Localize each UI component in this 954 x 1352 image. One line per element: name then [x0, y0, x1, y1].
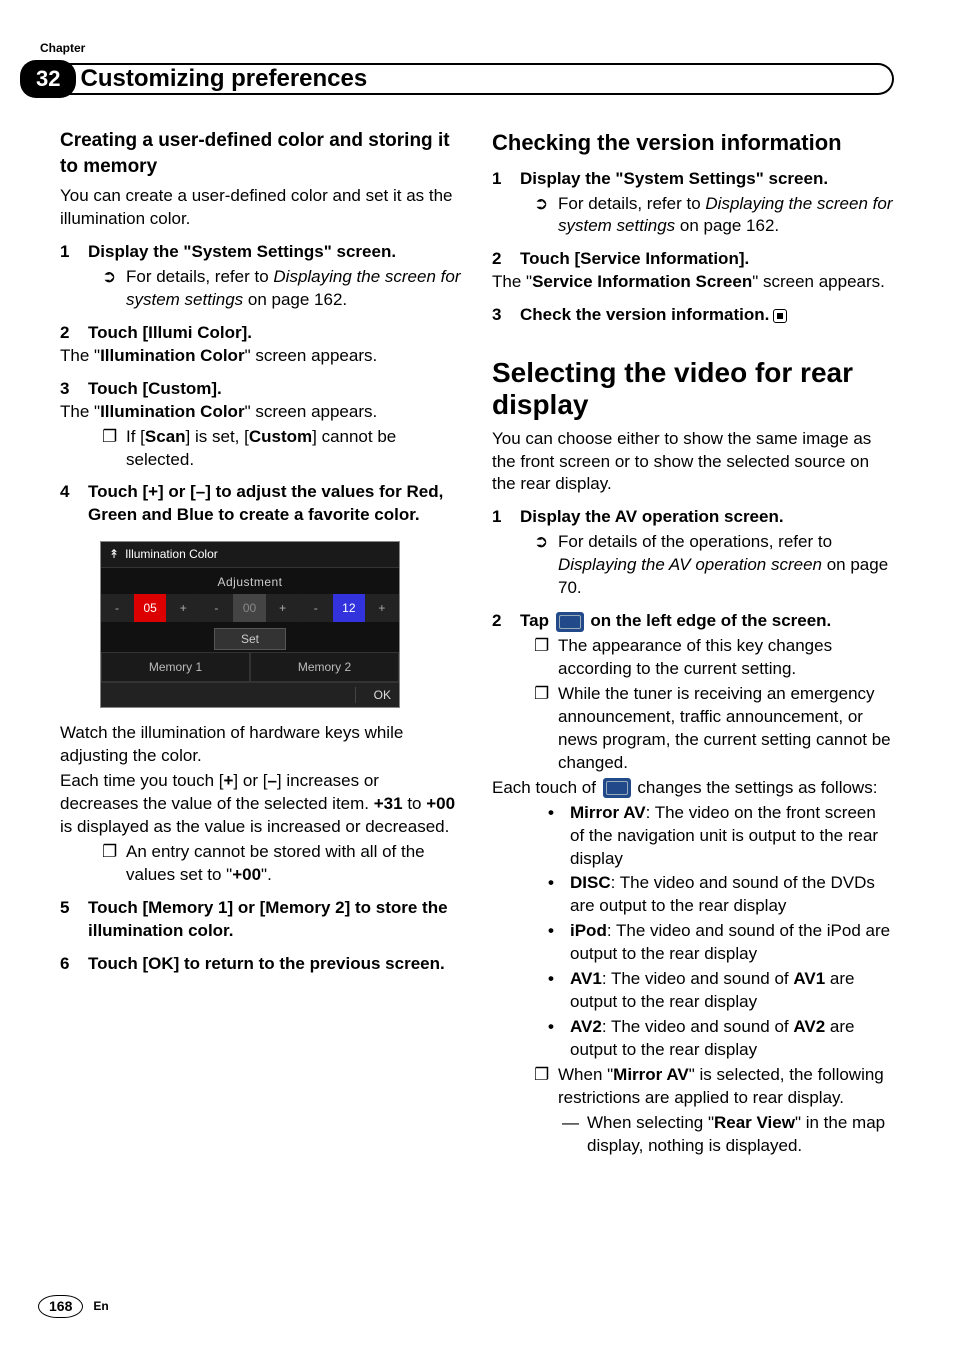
big-intro: You can choose either to show the same i… — [492, 428, 894, 497]
step-3-tail: The "Illumination Color" screen appears. — [60, 401, 462, 424]
chapter-title: Customizing preferences — [80, 63, 367, 95]
bullet-icon: • — [548, 968, 560, 1014]
section-heading: Checking the version information — [492, 128, 894, 158]
intro-text: You can create a user-defined color and … — [60, 185, 462, 231]
bullet-icon: • — [548, 802, 560, 871]
ss-b-plus: + — [366, 594, 399, 622]
r-step-3: 3 Check the version information. — [492, 304, 894, 327]
language-code: En — [93, 1298, 108, 1314]
page-footer: 168 En — [38, 1295, 109, 1318]
ss-set-button: Set — [214, 628, 286, 650]
bullet-icon: • — [548, 920, 560, 966]
b-step-1: 1 Display the AV operation screen. — [492, 506, 894, 529]
section-end-icon — [773, 309, 787, 323]
dash-icon: — — [562, 1112, 579, 1158]
list-item: •AV2: The video and sound of AV2 are out… — [548, 1016, 894, 1062]
note-box-icon: ❐ — [534, 1064, 550, 1110]
ss-title: Illumination Color — [125, 546, 218, 562]
b-step-2-note1: ❐ The appearance of this key changes acc… — [492, 635, 894, 681]
link-arrow-icon: ➲ — [534, 531, 550, 600]
major-section-heading: Selecting the video for rear display — [492, 357, 894, 421]
ss-adjustment-label: Adjustment — [101, 568, 399, 594]
rear-display-key-icon — [556, 612, 584, 632]
ss-rgb-row: - 05 + - 00 + - 12 + — [101, 594, 399, 622]
list-item: •DISC: The video and sound of the DVDs a… — [548, 872, 894, 918]
r-step-2-tail: The "Service Information Screen" screen … — [492, 271, 894, 294]
step-4: 4 Touch [+] or [–] to adjust the values … — [60, 481, 462, 527]
r-step-1: 1 Display the "System Settings" screen. — [492, 168, 894, 191]
step-1: 1 Display the "System Settings" screen. — [60, 241, 462, 264]
note-box-icon: ❐ — [102, 841, 118, 887]
mirror-av-subnote: — When selecting "Rear View" in the map … — [492, 1112, 894, 1158]
b-step-2: 2 Tap on the left edge of the screen. — [492, 610, 894, 633]
post-ss-note: ❐ An entry cannot be stored with all of … — [60, 841, 462, 887]
step-5: 5 Touch [Memory 1] or [Memory 2] to stor… — [60, 897, 462, 943]
b-step-2-tail: Each touch of changes the settings as fo… — [492, 777, 894, 800]
ss-memory2-button: Memory 2 — [250, 652, 399, 682]
ss-memory1-button: Memory 1 — [101, 652, 250, 682]
post-ss-text-1: Watch the illumination of hardware keys … — [60, 722, 462, 768]
ss-g-value: 00 — [233, 594, 266, 622]
chapter-label: Chapter — [40, 40, 894, 56]
ss-g-minus: - — [200, 594, 233, 622]
b-step-1-detail: ➲ For details of the operations, refer t… — [492, 531, 894, 600]
post-ss-text-2: Each time you touch [+] or [–] increases… — [60, 770, 462, 839]
r-step-2: 2 Touch [Service Information]. — [492, 248, 894, 271]
b-step-2-note2: ❐ While the tuner is receiving an emerge… — [492, 683, 894, 775]
step-2-tail: The "Illumination Color" screen appears. — [60, 345, 462, 368]
r-step-1-detail: ➲ For details, refer to Displaying the s… — [492, 193, 894, 239]
rear-options-list: •Mirror AV: The video on the front scree… — [492, 802, 894, 1062]
chapter-header: 32 Customizing preferences — [20, 60, 894, 98]
link-arrow-icon: ➲ — [534, 193, 550, 239]
ss-ok-button: OK — [355, 687, 391, 703]
bullet-icon: • — [548, 1016, 560, 1062]
ss-g-plus: + — [267, 594, 300, 622]
back-arrow-icon: ↟ — [109, 546, 119, 562]
list-item: •iPod: The video and sound of the iPod a… — [548, 920, 894, 966]
step-6: 6 Touch [OK] to return to the previous s… — [60, 953, 462, 976]
step-2: 2 Touch [Illumi Color]. — [60, 322, 462, 345]
rear-display-key-icon — [603, 778, 631, 798]
ss-r-value: 05 — [134, 594, 167, 622]
bullet-icon: • — [548, 872, 560, 918]
ss-b-value: 12 — [333, 594, 366, 622]
illumination-color-screenshot: ↟ Illumination Color Adjustment - 05 + - … — [100, 541, 400, 708]
section-heading: Creating a user-defined color and storin… — [60, 128, 462, 179]
step-3-note: ❐ If [Scan] is set, [Custom] cannot be s… — [60, 426, 462, 472]
right-column: Checking the version information 1 Displ… — [492, 128, 894, 1158]
mirror-av-note: ❐ When "Mirror AV" is selected, the foll… — [492, 1064, 894, 1110]
ss-r-plus: + — [167, 594, 200, 622]
step-3: 3 Touch [Custom]. — [60, 378, 462, 401]
note-box-icon: ❐ — [534, 683, 550, 775]
note-box-icon: ❐ — [534, 635, 550, 681]
link-arrow-icon: ➲ — [102, 266, 118, 312]
list-item: •Mirror AV: The video on the front scree… — [548, 802, 894, 871]
chapter-number: 32 — [20, 60, 76, 98]
step-1-detail: ➲ For details, refer to Displaying the s… — [60, 266, 462, 312]
ss-b-minus: - — [300, 594, 333, 622]
page-number: 168 — [38, 1295, 83, 1318]
list-item: •AV1: The video and sound of AV1 are out… — [548, 968, 894, 1014]
note-box-icon: ❐ — [102, 426, 118, 472]
left-column: Creating a user-defined color and storin… — [60, 128, 462, 1158]
ss-r-minus: - — [101, 594, 134, 622]
